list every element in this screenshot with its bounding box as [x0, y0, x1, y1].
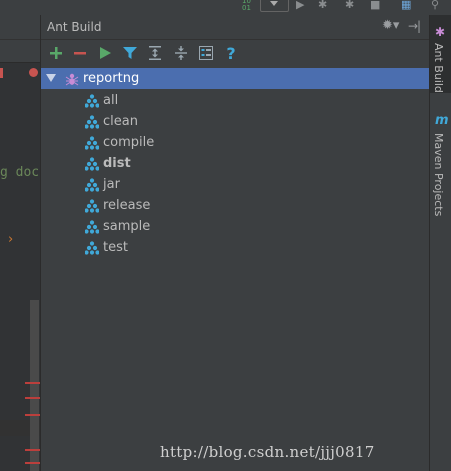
expand-all-button[interactable] — [145, 43, 165, 63]
tree-target-item[interactable]: sample — [41, 216, 430, 237]
plus-icon — [50, 47, 62, 59]
tree-target-item[interactable]: release — [41, 195, 430, 216]
ant-target-icon — [85, 94, 99, 108]
tab-maven-projects[interactable]: m Maven Projects — [430, 113, 451, 223]
collapse-all-icon — [175, 46, 187, 60]
help-icon: ? — [226, 43, 236, 63]
tree-target-label: test — [103, 240, 128, 255]
stop-icon[interactable]: ■ — [370, 0, 380, 12]
ant-icon: ✱ — [435, 25, 446, 39]
right-tool-stripe: ✱ Ant Build m Maven Projects — [429, 15, 451, 471]
help-button[interactable]: ? — [221, 43, 241, 63]
properties-button[interactable] — [196, 43, 216, 63]
tree-target-item[interactable]: dist — [41, 153, 430, 174]
ant-target-icon — [85, 115, 99, 129]
run-configuration-dropdown[interactable] — [260, 0, 289, 12]
play-icon — [100, 47, 111, 59]
tree-root-reportng[interactable]: reportng — [41, 68, 430, 89]
main-toolbar: 10 01 ▶ ✱ ✱ ■ ▦ ⚲ — [0, 0, 451, 15]
tree-target-label: jar — [103, 177, 120, 192]
ant-build-file-icon — [65, 73, 79, 86]
editor-scrollbar[interactable] — [30, 300, 39, 471]
watermark-text: http://blog.csdn.net/jjj0817 — [160, 443, 375, 461]
run-button[interactable] — [95, 43, 115, 63]
error-stripe-mark[interactable] — [25, 414, 40, 416]
vcs-update-icon[interactable]: 10 01 — [242, 0, 251, 12]
editor-tab-bar — [0, 15, 40, 40]
minus-icon — [74, 52, 86, 55]
error-indicator-icon[interactable] — [29, 68, 38, 77]
editor-breadcrumb-bar — [0, 40, 40, 63]
tree-target-item[interactable]: all — [41, 90, 430, 111]
filter-button[interactable] — [120, 43, 140, 63]
hide-panel-icon[interactable]: →| — [408, 19, 421, 33]
tree-target-label: sample — [103, 219, 151, 234]
tab-ant-build[interactable]: ✱ Ant Build — [430, 15, 451, 93]
run-icon[interactable]: ▶ — [296, 0, 304, 12]
error-stripe-mark[interactable] — [25, 397, 40, 399]
ant-toolbar: ? — [41, 40, 430, 67]
filter-icon — [123, 47, 137, 59]
error-stripe-mark[interactable] — [25, 449, 40, 451]
remove-button[interactable] — [70, 43, 90, 63]
tree-target-item[interactable]: jar — [41, 174, 430, 195]
properties-icon — [199, 46, 213, 60]
tree-root-label: reportng — [83, 71, 140, 86]
tab-maven-projects-label: Maven Projects — [432, 133, 445, 217]
tree-target-item[interactable]: test — [41, 237, 430, 258]
ant-target-icon — [85, 136, 99, 150]
add-button[interactable] — [46, 43, 66, 63]
ant-target-icon — [85, 199, 99, 213]
project-structure-icon[interactable]: ▦ — [401, 0, 411, 12]
tree-target-item[interactable]: compile — [41, 132, 430, 153]
tool-window-header: Ant Build ✹▾ →| — [41, 15, 430, 40]
ant-target-icon — [85, 241, 99, 255]
tree-target-label: compile — [103, 135, 155, 150]
ant-target-icon — [85, 178, 99, 192]
search-everywhere-icon[interactable]: ⚲ — [431, 0, 439, 12]
error-stripe-mark[interactable] — [25, 382, 40, 384]
error-stripe-mark[interactable] — [25, 462, 40, 464]
editor-code-text[interactable]: g doc — [0, 165, 39, 180]
coverage-icon[interactable]: ✱ — [345, 0, 354, 12]
maven-icon: m — [435, 113, 449, 128]
tree-target-item[interactable]: clean — [41, 111, 430, 132]
expand-all-icon — [149, 46, 161, 60]
tree-target-label: dist — [103, 156, 131, 171]
fold-arrow-icon[interactable]: › — [8, 232, 13, 247]
collapse-all-button[interactable] — [171, 43, 191, 63]
ant-target-icon — [85, 157, 99, 171]
gear-icon[interactable]: ✹▾ — [382, 18, 399, 33]
tree-target-label: release — [103, 198, 151, 213]
tree-target-label: clean — [103, 114, 138, 129]
ant-build-tool-window: Ant Build ✹▾ →| ? reportng all clean com… — [40, 15, 430, 471]
editor-error-marker — [0, 68, 3, 78]
debug-icon[interactable]: ✱ — [318, 0, 327, 12]
ant-target-icon — [85, 220, 99, 234]
tab-ant-build-label: Ant Build — [432, 43, 445, 93]
expand-caret-icon[interactable] — [46, 74, 56, 82]
tree-target-label: all — [103, 93, 119, 108]
tool-window-title: Ant Build — [47, 20, 102, 34]
